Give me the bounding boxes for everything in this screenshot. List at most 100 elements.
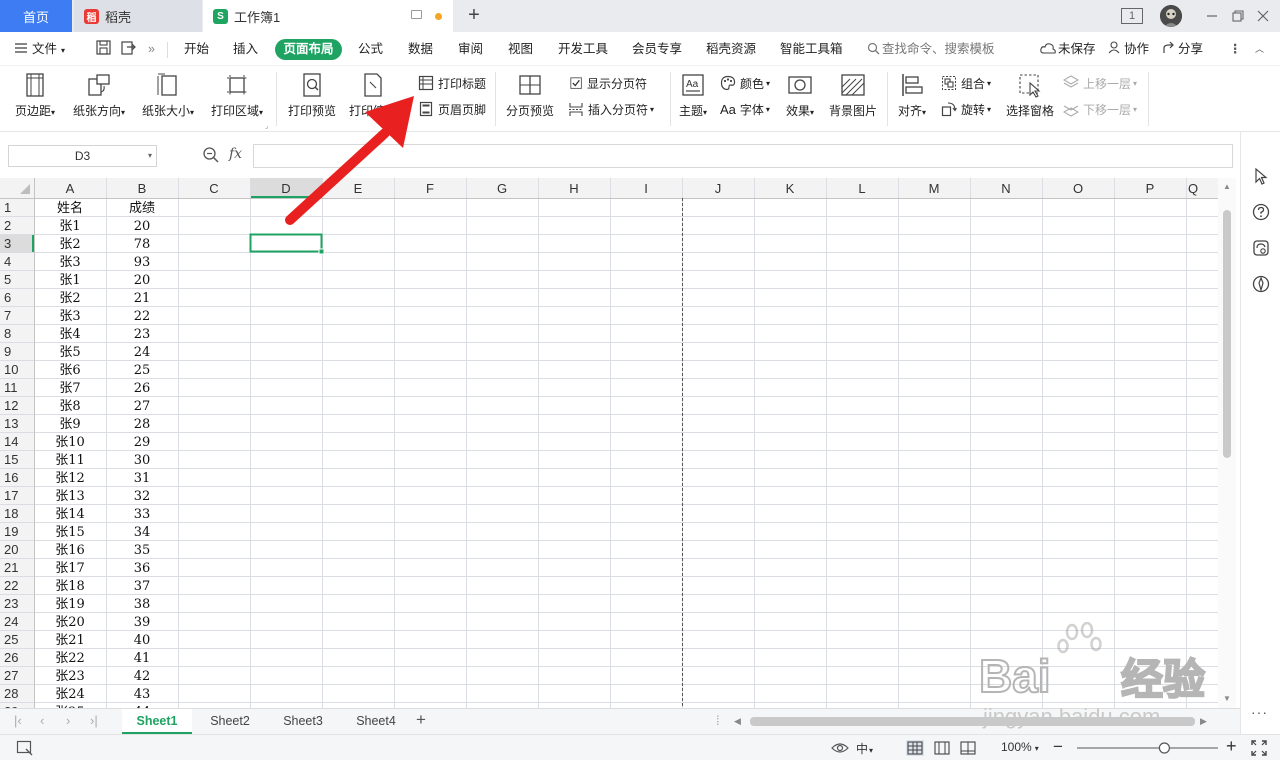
chevron-down-icon[interactable]: ▾ <box>148 146 152 166</box>
help-icon[interactable] <box>1251 202 1271 222</box>
cell-b27[interactable]: 42 <box>134 669 151 684</box>
column-header-b[interactable]: B <box>138 181 147 196</box>
cursor-select-icon[interactable] <box>1251 166 1271 186</box>
row-header-2[interactable]: 2 <box>4 218 11 233</box>
zoom-out-button[interactable]: − <box>1053 737 1063 757</box>
cell-b15[interactable]: 30 <box>134 453 151 468</box>
sheet-tab-1[interactable]: Sheet1 <box>122 709 192 734</box>
cell-a9[interactable]: 张5 <box>59 345 80 360</box>
cell-a14[interactable]: 张10 <box>55 435 85 450</box>
cell-a23[interactable]: 张19 <box>55 597 85 612</box>
vertical-scrollbar[interactable]: ▲ ▼ <box>1218 178 1236 708</box>
row-header-23[interactable]: 23 <box>4 596 18 611</box>
column-header-k[interactable]: K <box>786 181 795 196</box>
menu-formula[interactable]: 公式 <box>358 40 383 58</box>
column-header-m[interactable]: M <box>929 181 940 196</box>
cell-b20[interactable]: 35 <box>134 543 151 558</box>
add-sheet-button[interactable]: + <box>416 710 426 730</box>
next-sheet-icon[interactable]: › <box>66 713 70 728</box>
more-icon[interactable]: ··· <box>1251 704 1268 720</box>
menu-view[interactable]: 视图 <box>508 40 533 58</box>
zoom-slider-knob[interactable] <box>1158 742 1171 754</box>
command-search[interactable]: 查找命令、搜索模板 <box>867 40 995 58</box>
row-header-7[interactable]: 7 <box>4 308 11 323</box>
group-button[interactable]: 组合 ▾ <box>941 74 991 92</box>
cell-b11[interactable]: 26 <box>134 381 151 396</box>
cell-a24[interactable]: 张20 <box>55 615 85 630</box>
row-header-27[interactable]: 27 <box>4 668 18 683</box>
row-header-4[interactable]: 4 <box>4 254 11 269</box>
orientation-button[interactable]: 纸张方向▾ <box>68 70 130 126</box>
input-mode-button[interactable]: 中▾ <box>856 740 873 757</box>
minimize-button[interactable] <box>1202 6 1222 26</box>
cell-a26[interactable]: 张22 <box>55 651 85 666</box>
sheet-tab-3[interactable]: Sheet3 <box>268 709 338 734</box>
cell-a21[interactable]: 张17 <box>55 561 85 576</box>
row-header-13[interactable]: 13 <box>4 416 18 431</box>
cell-b8[interactable]: 23 <box>134 327 151 342</box>
row-header-25[interactable]: 25 <box>4 632 18 647</box>
row-header-11[interactable]: 11 <box>4 380 18 395</box>
row-header-22[interactable]: 22 <box>4 578 18 593</box>
cell-a7[interactable]: 张3 <box>59 309 80 324</box>
menu-insert[interactable]: 插入 <box>233 40 258 58</box>
row-header-14[interactable]: 14 <box>4 434 18 449</box>
column-header-l[interactable]: L <box>858 181 865 196</box>
menu-page-layout[interactable]: 页面布局 <box>275 39 342 60</box>
cell-b24[interactable]: 39 <box>134 615 151 630</box>
cell-a27[interactable]: 张23 <box>55 669 85 684</box>
first-sheet-icon[interactable]: |‹ <box>14 713 22 728</box>
cell-b4[interactable]: 93 <box>134 255 151 270</box>
cell-a4[interactable]: 张3 <box>59 255 80 270</box>
cell-a20[interactable]: 张16 <box>55 543 85 558</box>
row-header-19[interactable]: 19 <box>4 524 18 539</box>
rotate-button[interactable]: 旋转 ▾ <box>941 100 991 118</box>
scroll-up-icon[interactable]: ▲ <box>1223 182 1231 191</box>
cell-b6[interactable]: 21 <box>134 291 151 306</box>
cell-b13[interactable]: 28 <box>134 417 151 432</box>
header-footer-button[interactable]: 页眉页脚 <box>418 100 486 118</box>
column-header-p[interactable]: P <box>1146 181 1155 196</box>
row-header-8[interactable]: 8 <box>4 326 11 341</box>
vertical-scroll-thumb[interactable] <box>1223 210 1231 458</box>
monitor-icon[interactable] <box>411 10 422 19</box>
background-image-button[interactable]: 背景图片 <box>826 70 880 126</box>
print-preview-button[interactable]: 打印预览 <box>285 70 339 126</box>
tab-daoke[interactable]: 稻 稻壳 <box>74 0 202 32</box>
row-header-16[interactable]: 16 <box>4 470 18 485</box>
active-cell-border[interactable] <box>249 233 323 253</box>
menu-data[interactable]: 数据 <box>408 40 433 58</box>
last-sheet-icon[interactable]: ›| <box>90 713 98 728</box>
menu-review[interactable]: 审阅 <box>458 40 483 58</box>
fill-handle[interactable] <box>318 248 325 255</box>
collapse-ribbon-icon[interactable]: ︿ <box>1255 40 1264 58</box>
cell-b16[interactable]: 31 <box>134 471 151 486</box>
user-avatar[interactable] <box>1160 5 1182 27</box>
cell-b22[interactable]: 37 <box>134 579 151 594</box>
row-header-15[interactable]: 15 <box>4 452 18 467</box>
cell-a2[interactable]: 张1 <box>59 219 80 234</box>
row-header-9[interactable]: 9 <box>4 344 11 359</box>
colors-button[interactable]: 颜色 ▾ <box>720 74 770 92</box>
fullscreen-icon[interactable] <box>1251 740 1267 756</box>
cell-a13[interactable]: 张9 <box>59 417 80 432</box>
function-fx-icon[interactable]: fx <box>229 146 242 162</box>
scroll-down-icon[interactable]: ▼ <box>1223 694 1231 703</box>
column-header-partial[interactable]: Q <box>1188 181 1198 196</box>
zoom-level-dropdown[interactable]: 100% ▾ <box>1001 740 1039 754</box>
row-header-21[interactable]: 21 <box>4 560 18 575</box>
cell-a22[interactable]: 张18 <box>55 579 85 594</box>
menu-daoke-resources[interactable]: 稻壳资源 <box>706 40 756 58</box>
new-tab-button[interactable]: + <box>463 4 485 26</box>
menu-smart-toolbox[interactable]: 智能工具箱 <box>780 40 843 58</box>
sheet-tab-4[interactable]: Sheet4 <box>341 709 411 734</box>
print-titles-button[interactable]: 打印标题 <box>418 74 486 92</box>
column-header-a[interactable]: A <box>66 181 75 196</box>
cell-b21[interactable]: 36 <box>134 561 151 576</box>
page-layout-view-icon[interactable] <box>933 740 951 756</box>
cell-b25[interactable]: 40 <box>134 633 151 648</box>
sheet-tab-2[interactable]: Sheet2 <box>195 709 265 734</box>
cell-b2[interactable]: 20 <box>134 219 151 234</box>
restore-button[interactable] <box>1228 6 1248 26</box>
effects-button[interactable]: 效果▾ <box>782 70 818 126</box>
